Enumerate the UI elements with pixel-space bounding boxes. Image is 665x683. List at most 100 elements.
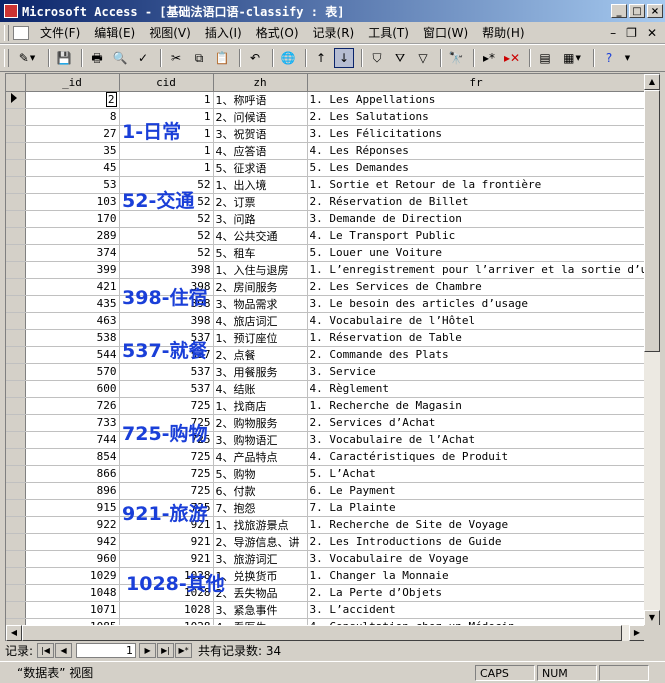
cell-id[interactable]: 544 xyxy=(25,346,120,364)
table-row[interactable]: 35 1 4、应答语 4. Les Réponses xyxy=(6,142,646,160)
cell-cid[interactable]: 52 xyxy=(119,227,214,245)
table-row[interactable]: 103 52 2、订票 2. Réservation de Billet xyxy=(6,193,646,211)
cell-zh[interactable]: 4、结账 xyxy=(213,380,308,398)
table-row[interactable]: 289 52 4、公共交通 4. Le Transport Public xyxy=(6,227,646,245)
cell-zh[interactable]: 1、找旅游景点 xyxy=(213,516,308,534)
column-header-id[interactable]: _id xyxy=(25,74,120,92)
record-selector-header[interactable] xyxy=(6,74,26,92)
cell-zh[interactable]: 1、找商店 xyxy=(213,397,308,415)
table-row[interactable]: 544 537 2、点餐 2. Commande des Plats xyxy=(6,346,646,364)
menu-records[interactable]: 记录(R) xyxy=(306,24,362,41)
record-selector[interactable] xyxy=(6,499,26,517)
menu-help[interactable]: 帮助(H) xyxy=(475,24,531,41)
table-row[interactable]: 922 921 1、找旅游景点 1. Recherche de Site de Voy… xyxy=(6,516,646,534)
hscroll-thumb[interactable] xyxy=(22,625,622,641)
table-row[interactable]: 854 725 4、产品特点 4. Caractéristiques de Produ… xyxy=(6,448,646,466)
cell-cid[interactable]: 725 xyxy=(119,448,214,466)
toolbar-options-icon[interactable]: ▼ xyxy=(622,48,632,68)
cell-fr[interactable]: 2. Réservation de Billet xyxy=(307,193,646,211)
cell-id[interactable]: 866 xyxy=(25,465,120,483)
next-record-button[interactable]: ▶ xyxy=(139,642,157,658)
cell-fr[interactable]: 5. Les Demandes xyxy=(307,159,646,177)
first-record-button[interactable]: |◀ xyxy=(37,642,55,658)
cell-id[interactable]: 896 xyxy=(25,482,120,500)
cell-fr[interactable]: 2. Les Services de Chambre xyxy=(307,278,646,296)
cell-id[interactable]: 2 xyxy=(25,91,120,109)
cell-fr[interactable]: 7. La Plainte xyxy=(307,499,646,517)
record-selector[interactable] xyxy=(6,482,26,500)
table-row[interactable]: 27 1 3、祝贺语 3. Les Félicitations xyxy=(6,125,646,143)
table-row[interactable]: 421 398 2、房间服务 2. Les Services de Chambre xyxy=(6,278,646,296)
cell-id[interactable]: 538 xyxy=(25,329,120,347)
record-selector[interactable] xyxy=(6,244,26,262)
print-preview-icon[interactable]: 🔍 xyxy=(110,48,130,68)
cell-fr[interactable]: 1. Changer la Monnaie xyxy=(307,567,646,585)
menu-file[interactable]: 文件(F) xyxy=(33,24,87,41)
cell-id[interactable]: 170 xyxy=(25,210,120,228)
column-header-fr[interactable]: fr xyxy=(307,74,646,92)
cell-fr[interactable]: 1. Sortie et Retour de la frontière xyxy=(307,176,646,194)
cell-zh[interactable]: 3、购物语汇 xyxy=(213,431,308,449)
cell-zh[interactable]: 2、问候语 xyxy=(213,108,308,126)
cell-fr[interactable]: 1. Recherche de Magasin xyxy=(307,397,646,415)
minimize-button[interactable]: _ xyxy=(611,4,627,18)
maximize-button[interactable]: □ xyxy=(629,4,645,18)
vertical-scrollbar[interactable]: ▲ ▼ xyxy=(644,74,660,626)
record-selector[interactable] xyxy=(6,448,26,466)
cell-zh[interactable]: 4、产品特点 xyxy=(213,448,308,466)
record-selector[interactable] xyxy=(6,261,26,279)
record-selector[interactable] xyxy=(6,142,26,160)
record-selector[interactable] xyxy=(6,397,26,415)
spelling-icon[interactable]: ✓ xyxy=(133,48,153,68)
cell-zh[interactable]: 1、出入境 xyxy=(213,176,308,194)
cell-zh[interactable]: 2、丢失物品 xyxy=(213,584,308,602)
record-selector[interactable] xyxy=(6,193,26,211)
cell-zh[interactable]: 5、租车 xyxy=(213,244,308,262)
close-button[interactable]: × xyxy=(647,4,663,18)
filter-by-form-icon[interactable]: ⛛ xyxy=(390,48,410,68)
scroll-up-button[interactable]: ▲ xyxy=(644,74,660,90)
access-app-icon[interactable] xyxy=(4,4,18,18)
record-selector[interactable] xyxy=(6,533,26,551)
cell-zh[interactable]: 5、征求语 xyxy=(213,159,308,177)
table-row[interactable]: 170 52 3、问路 3. Demande de Direction xyxy=(6,210,646,228)
table-row[interactable]: 915 725 7、抱怨 7. La Plainte xyxy=(6,499,646,517)
record-selector[interactable] xyxy=(6,550,26,568)
cell-id[interactable]: 421 xyxy=(25,278,120,296)
cell-fr[interactable]: 3. Service xyxy=(307,363,646,381)
cell-zh[interactable]: 2、房间服务 xyxy=(213,278,308,296)
cell-fr[interactable]: 4. Règlement xyxy=(307,380,646,398)
cell-zh[interactable]: 2、订票 xyxy=(213,193,308,211)
cell-fr[interactable]: 4. Vocabulaire de l’Hôtel xyxy=(307,312,646,330)
column-header-zh[interactable]: zh xyxy=(213,74,308,92)
cell-fr[interactable]: 1. Les Appellations xyxy=(307,91,646,109)
cut-icon[interactable]: ✂ xyxy=(166,48,186,68)
cell-zh[interactable]: 2、点餐 xyxy=(213,346,308,364)
cell-id[interactable]: 1071 xyxy=(25,601,120,619)
record-selector[interactable] xyxy=(6,295,26,313)
cell-cid[interactable]: 725 xyxy=(119,397,214,415)
table-row[interactable]: 866 725 5、购物 5. L’Achat xyxy=(6,465,646,483)
scroll-right-button[interactable]: ▶ xyxy=(629,625,645,641)
cell-zh[interactable]: 3、物品需求 xyxy=(213,295,308,313)
previous-record-button[interactable]: ◀ xyxy=(55,642,73,658)
cell-fr[interactable]: 4. Le Transport Public xyxy=(307,227,646,245)
record-selector[interactable] xyxy=(6,227,26,245)
cell-cid[interactable]: 52 xyxy=(119,244,214,262)
cell-id[interactable]: 103 xyxy=(25,193,120,211)
cell-cid[interactable]: 537 xyxy=(119,363,214,381)
table-row[interactable]: 896 725 6、付款 6. Le Payment xyxy=(6,482,646,500)
cell-cid[interactable]: 1 xyxy=(119,142,214,160)
document-icon[interactable] xyxy=(13,25,29,40)
cell-editor[interactable]: 2 xyxy=(105,92,117,107)
cell-cid[interactable]: 398 xyxy=(119,261,214,279)
record-selector[interactable] xyxy=(6,278,26,296)
cell-id[interactable]: 744 xyxy=(25,431,120,449)
table-row[interactable]: 435 398 3、物品需求 3. Le besoin des articles d’… xyxy=(6,295,646,313)
doc-minimize-button[interactable]: – xyxy=(610,26,616,40)
menu-format[interactable]: 格式(O) xyxy=(249,24,306,41)
table-row[interactable]: 1071 1028 3、紧急事件 3. L’accident xyxy=(6,601,646,619)
cell-id[interactable]: 570 xyxy=(25,363,120,381)
cell-zh[interactable]: 4、应答语 xyxy=(213,142,308,160)
table-row[interactable]: 960 921 3、旅游词汇 3. Vocabulaire de Voyage xyxy=(6,550,646,568)
